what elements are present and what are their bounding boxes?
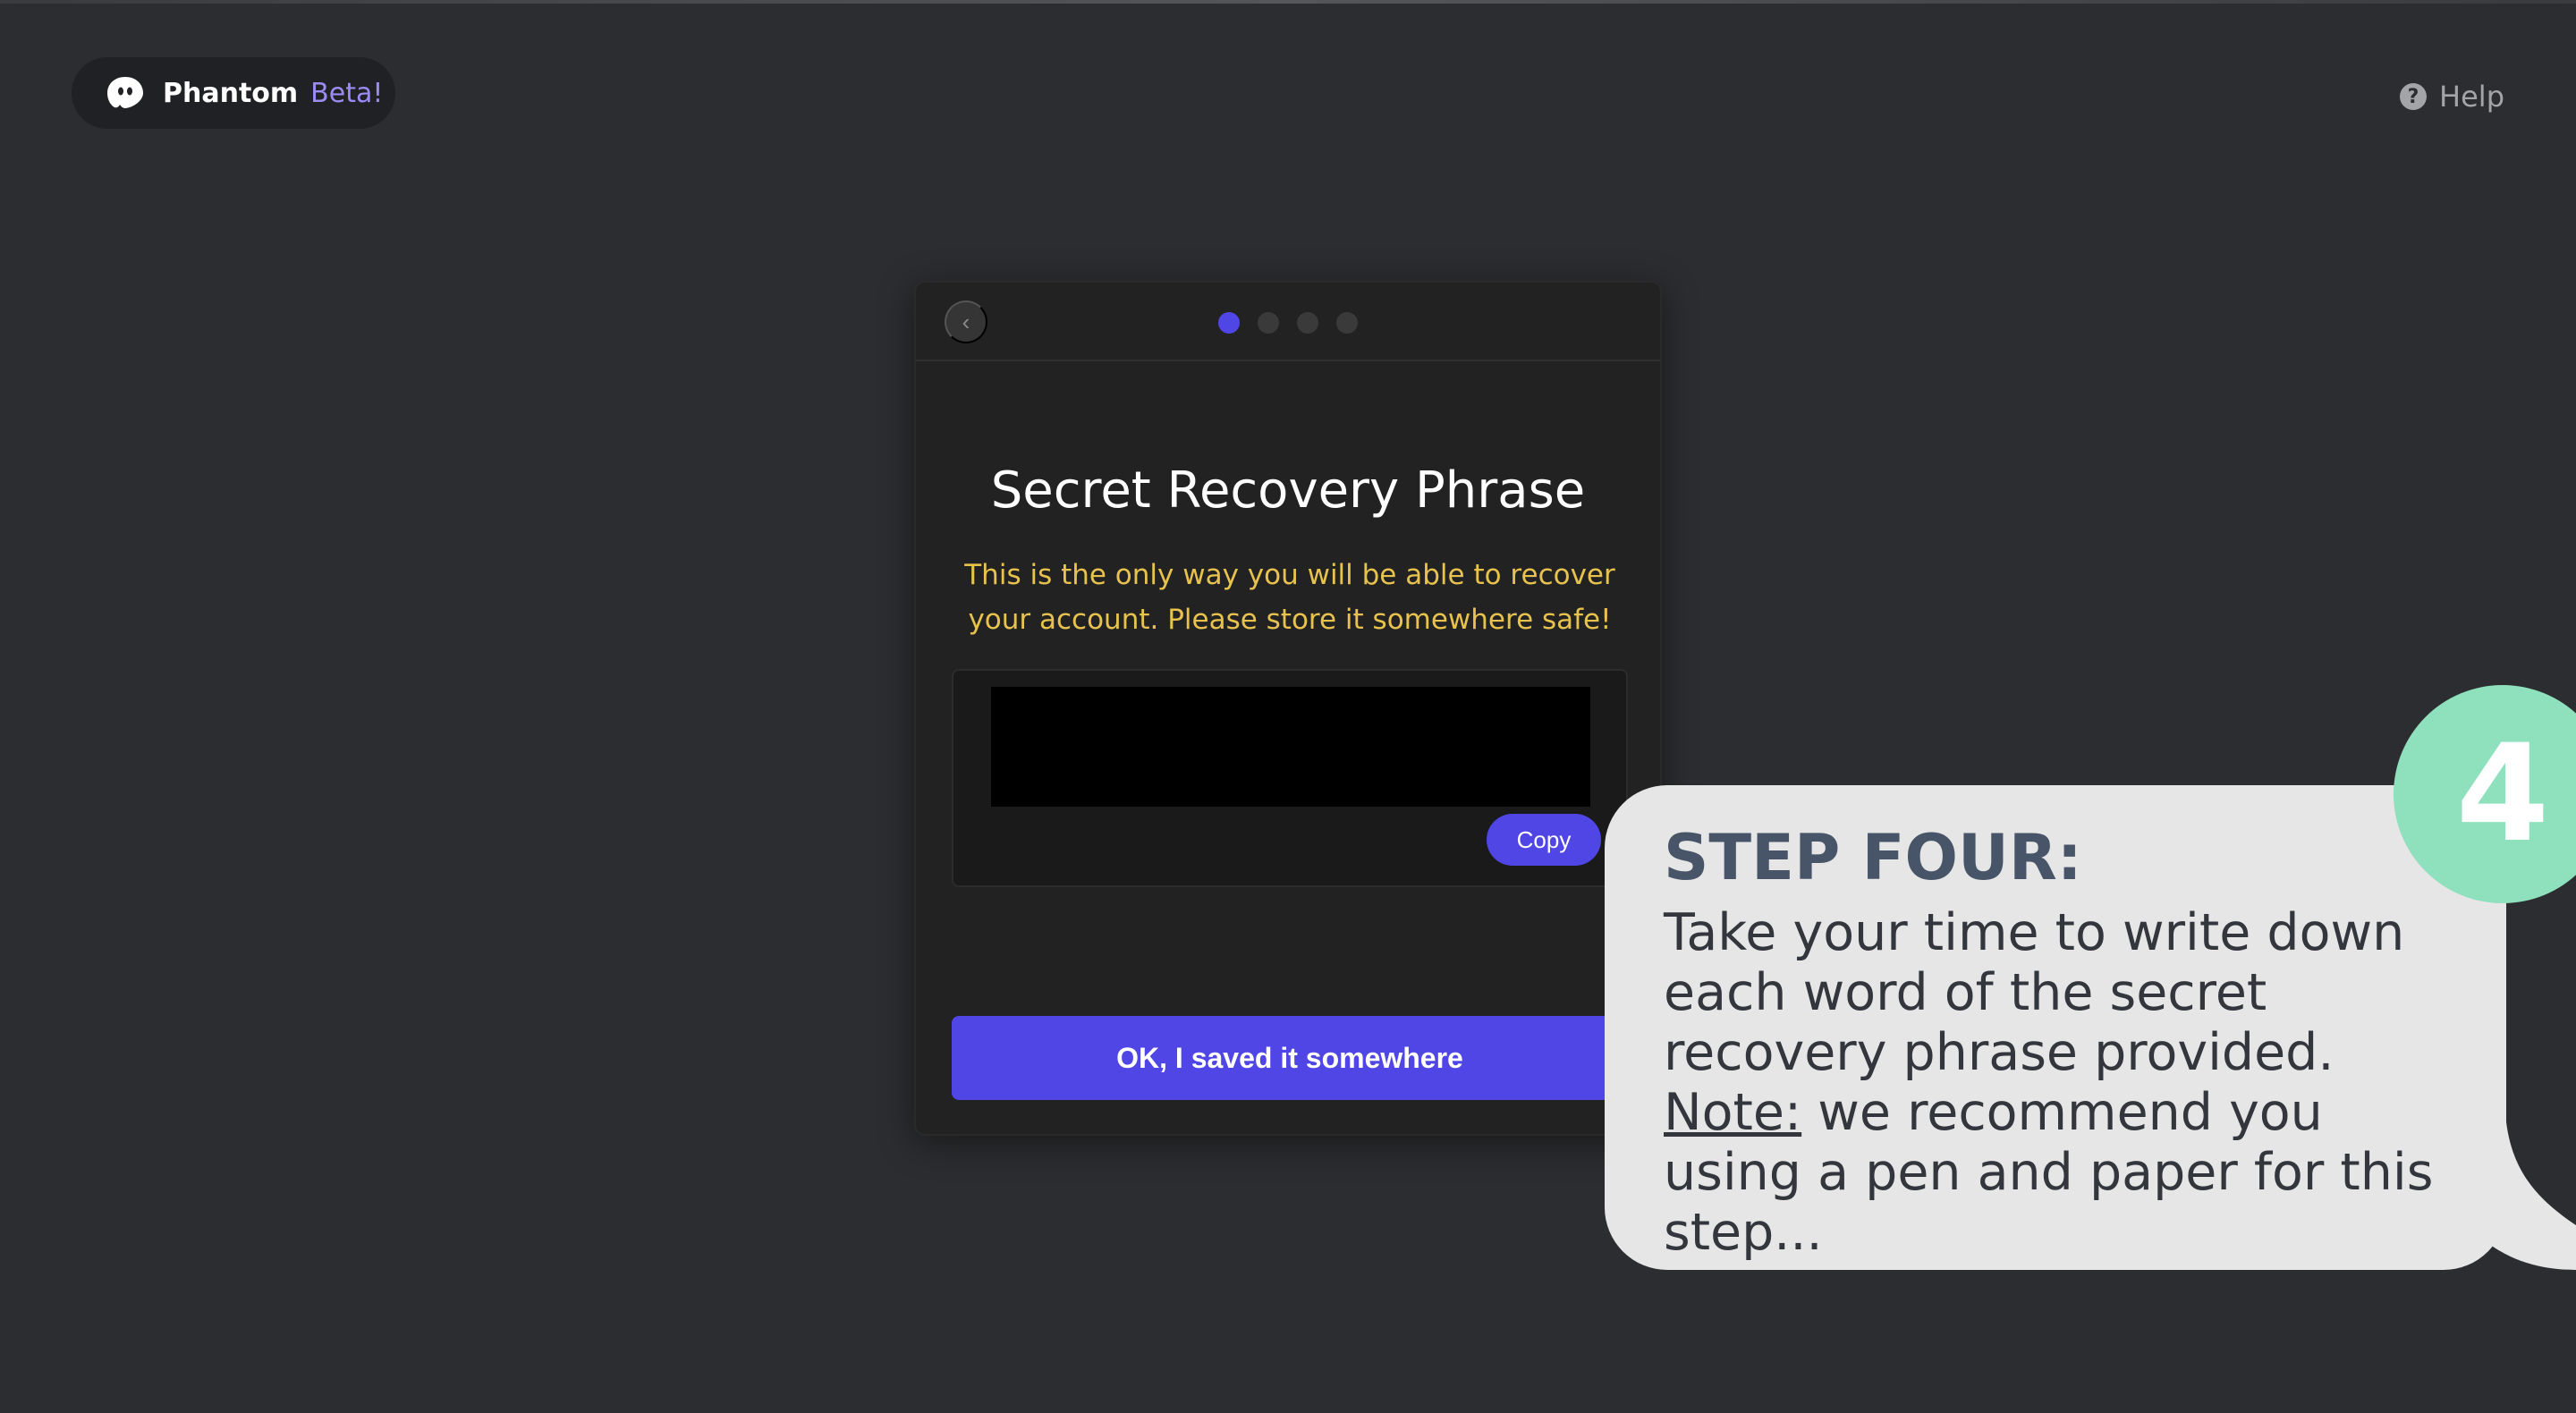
- brand-badge: Phantom Beta!: [72, 57, 395, 129]
- step-title: STEP FOUR:: [1664, 821, 2082, 894]
- step-dot-4: [1336, 312, 1358, 334]
- ghost-icon: [106, 75, 145, 111]
- back-button[interactable]: ‹: [945, 300, 987, 343]
- copy-button[interactable]: Copy: [1487, 814, 1601, 866]
- step-dot-2: [1258, 312, 1279, 334]
- step-indicator: [1218, 312, 1358, 334]
- recovery-phrase-redacted: [991, 687, 1590, 807]
- recovery-phrase-box: Copy: [952, 669, 1628, 887]
- dialog-header: ‹: [916, 283, 1660, 361]
- brand-name: Phantom: [163, 77, 299, 109]
- step-text: Take your time to write down each word o…: [1664, 903, 2469, 1263]
- step-dot-3: [1297, 312, 1318, 334]
- warning-text: This is the only way you will be able to…: [964, 559, 1615, 636]
- help-label: Help: [2439, 80, 2504, 114]
- beta-label: Beta!: [310, 77, 384, 109]
- recovery-phrase-dialog: ‹ Secret Recovery Phrase This is the onl…: [914, 281, 1662, 1136]
- top-border: [0, 0, 2576, 4]
- question-circle-icon: ?: [2400, 83, 2428, 110]
- note-label: Note:: [1664, 1083, 1802, 1142]
- step-dot-1: [1218, 312, 1240, 334]
- help-link[interactable]: ? Help: [2400, 77, 2504, 116]
- chevron-left-icon: ‹: [962, 308, 970, 335]
- dialog-title: Secret Recovery Phrase: [990, 461, 1586, 520]
- step-body: Take your time to write down each word o…: [1664, 903, 2405, 1082]
- tutorial-bubble: STEP FOUR: Take your time to write down …: [1605, 785, 2506, 1270]
- confirm-saved-button[interactable]: OK, I saved it somewhere: [952, 1016, 1628, 1100]
